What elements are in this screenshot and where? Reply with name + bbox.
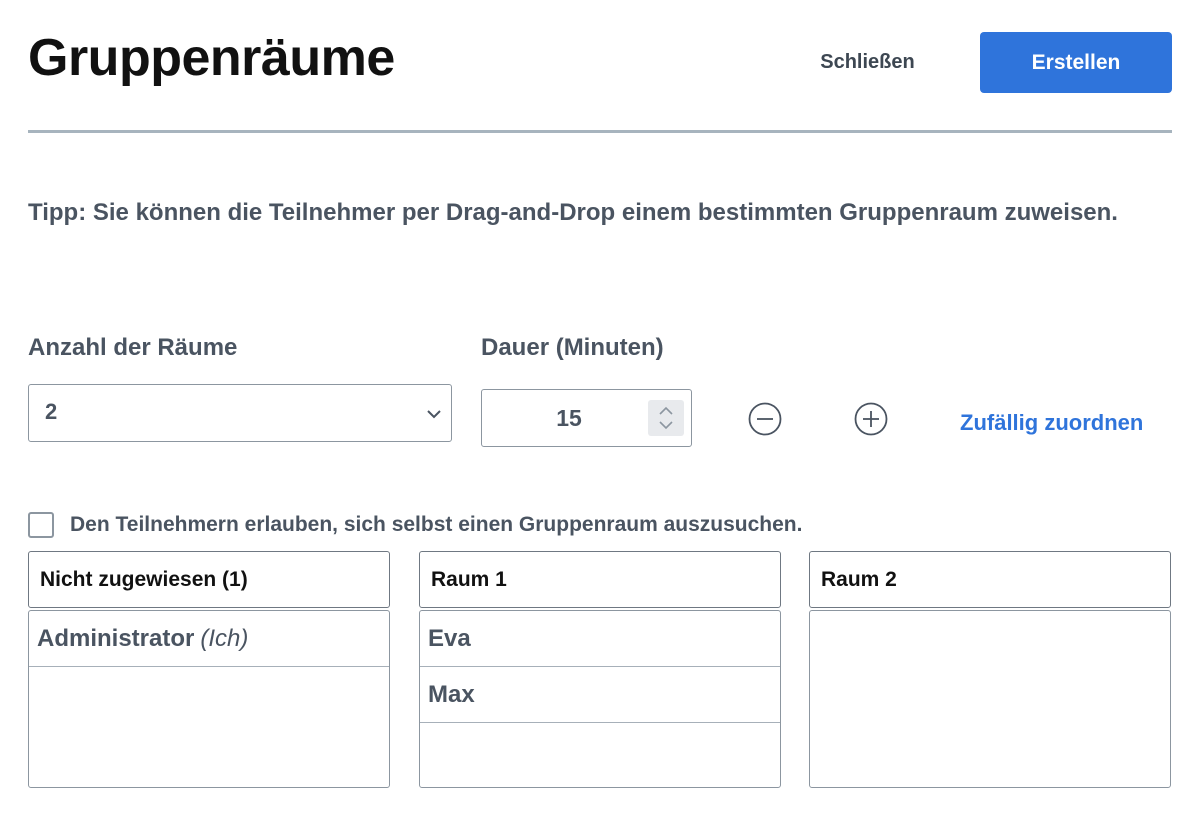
participant-suffix: (Ich) bbox=[200, 625, 249, 652]
participant-item[interactable]: Max bbox=[420, 667, 780, 723]
chevron-down-icon bbox=[427, 410, 441, 419]
allow-choose-label: Den Teilnehmern erlauben, sich selbst ei… bbox=[70, 513, 803, 536]
duration-input[interactable]: 15 bbox=[481, 389, 692, 447]
room-dropzone[interactable]: Administrator (Ich) bbox=[28, 610, 390, 788]
participant-name: Eva bbox=[428, 625, 471, 652]
page-title: Gruppenräume bbox=[28, 29, 395, 87]
plus-circle-icon[interactable] bbox=[854, 402, 888, 436]
participant-name: Administrator bbox=[37, 625, 195, 652]
room-header: Raum 1 bbox=[419, 551, 781, 608]
room-header-label: Raum 2 bbox=[821, 568, 897, 591]
participant-item[interactable]: Administrator (Ich) bbox=[29, 611, 389, 667]
header-divider bbox=[28, 130, 1172, 133]
room-header: Raum 2 bbox=[809, 551, 1171, 608]
room-header-label: Raum 1 bbox=[431, 568, 507, 591]
number-spinner-icon[interactable] bbox=[648, 400, 684, 436]
duration-value: 15 bbox=[556, 405, 582, 431]
participant-name: Max bbox=[428, 681, 475, 708]
minus-circle-icon[interactable] bbox=[748, 402, 782, 436]
room-dropzone[interactable]: Eva Max bbox=[419, 610, 781, 788]
rooms-count-select[interactable]: 2 bbox=[28, 384, 452, 442]
tip-text: Tipp: Sie können die Teilnehmer per Drag… bbox=[28, 199, 1118, 226]
rooms-count-value: 2 bbox=[45, 399, 58, 424]
participant-item[interactable]: Eva bbox=[420, 611, 780, 667]
duration-label: Dauer (Minuten) bbox=[481, 334, 664, 361]
create-button[interactable]: Erstellen bbox=[980, 32, 1172, 93]
rooms-count-label: Anzahl der Räume bbox=[28, 334, 238, 361]
allow-choose-checkbox[interactable] bbox=[28, 512, 54, 538]
room-dropzone[interactable] bbox=[809, 610, 1171, 788]
room-header-label: Nicht zugewiesen (1) bbox=[40, 568, 248, 591]
room-header: Nicht zugewiesen (1) bbox=[28, 551, 390, 608]
random-assign-link[interactable]: Zufällig zuordnen bbox=[960, 410, 1143, 436]
close-button[interactable]: Schließen bbox=[790, 36, 945, 88]
